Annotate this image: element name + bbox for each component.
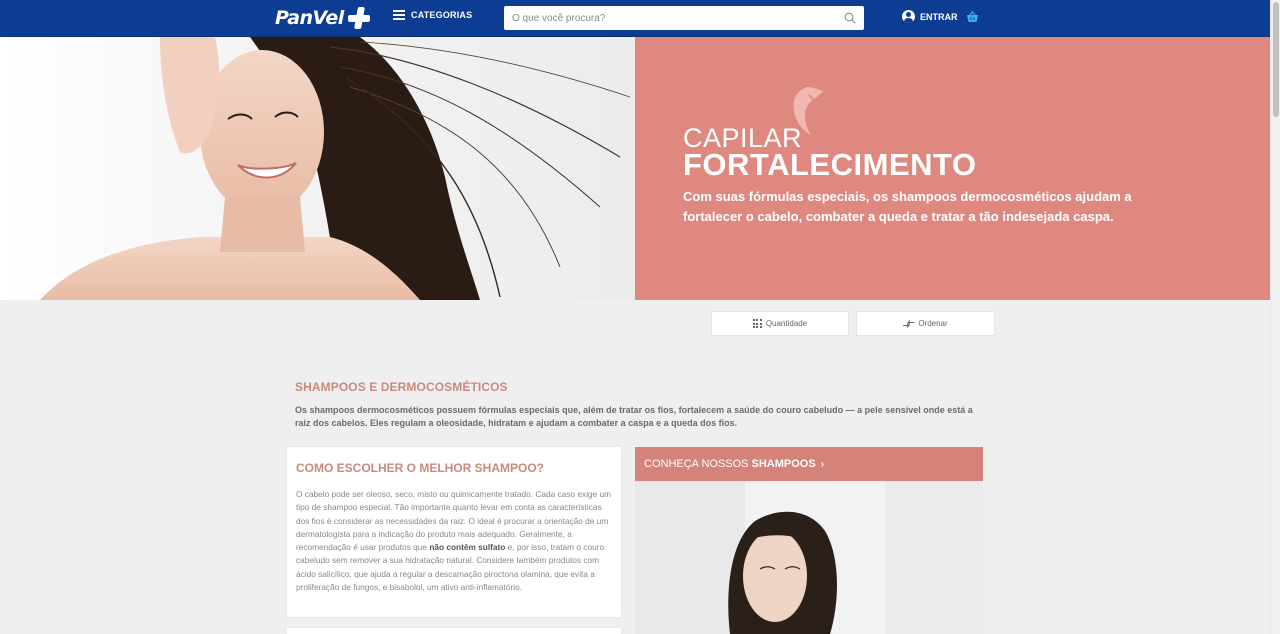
shampoo-photo-woman[interactable] — [635, 481, 983, 634]
menu-icon — [393, 10, 405, 20]
login-label: ENTRAR — [920, 11, 958, 22]
banner-title: FORTALECIMENTO — [683, 147, 977, 182]
search-icon[interactable] — [844, 12, 856, 24]
next-card — [287, 628, 621, 634]
sort-button[interactable]: Ordenar — [856, 311, 995, 336]
logo-text: PanVel — [275, 7, 344, 29]
search-input[interactable] — [504, 6, 834, 30]
categories-label: CATEGORIAS — [411, 10, 473, 20]
how-to-choose-title: COMO ESCOLHER O MELHOR SHAMPOO? — [296, 461, 545, 475]
sort-label: Ordenar — [918, 319, 948, 328]
section-description: Os shampoos dermocosméticos possuem fórm… — [295, 405, 973, 428]
banner-description: Com suas fórmulas especiais, os shampoos… — [683, 189, 1132, 224]
login-button[interactable]: ENTRAR — [902, 10, 958, 23]
how-to-choose-text: O cabelo pode ser oleoso, seco, misto ou… — [296, 488, 614, 594]
shampoo-link-banner[interactable]: CONHEÇA NOSSOS SHAMPOOS › — [635, 447, 983, 481]
scrollbar-thumb[interactable] — [1273, 2, 1279, 117]
user-icon — [902, 10, 915, 23]
how-to-choose-card: COMO ESCOLHER O MELHOR SHAMPOO? O cabelo… — [287, 447, 621, 617]
top-header: PanVel CATEGORIAS ENTRAR — [0, 0, 1270, 37]
grid-icon — [752, 319, 762, 328]
shampoo-link-prefix: CONHEÇA NOSSOS — [644, 458, 749, 470]
how-to-choose-text-bold: não contêm sulfato — [429, 542, 506, 553]
logo-cross-icon — [347, 7, 370, 29]
search-bar — [504, 6, 864, 30]
hero-text-panel: CAPILAR FORTALECIMENTO Com suas fórmulas… — [635, 37, 1270, 300]
shampoo-link-strong: SHAMPOOS — [751, 458, 816, 470]
sort-arrows-icon — [903, 319, 915, 328]
categories-menu-button[interactable]: CATEGORIAS — [393, 10, 472, 20]
hero-photo-woman — [0, 37, 635, 300]
quantity-button[interactable]: Quantidade — [711, 311, 849, 336]
section-title: SHAMPOOS E DERMOCOSMÉTICOS — [295, 380, 508, 394]
hero-banner[interactable]: CAPILAR FORTALECIMENTO Com suas fórmulas… — [0, 37, 1270, 300]
panvel-logo[interactable]: PanVel — [275, 5, 370, 31]
quantity-label: Quantidade — [765, 319, 808, 328]
chevron-right-icon: › — [820, 458, 825, 470]
cart-icon[interactable] — [966, 11, 979, 23]
page-scrollbar[interactable] — [1270, 0, 1280, 634]
